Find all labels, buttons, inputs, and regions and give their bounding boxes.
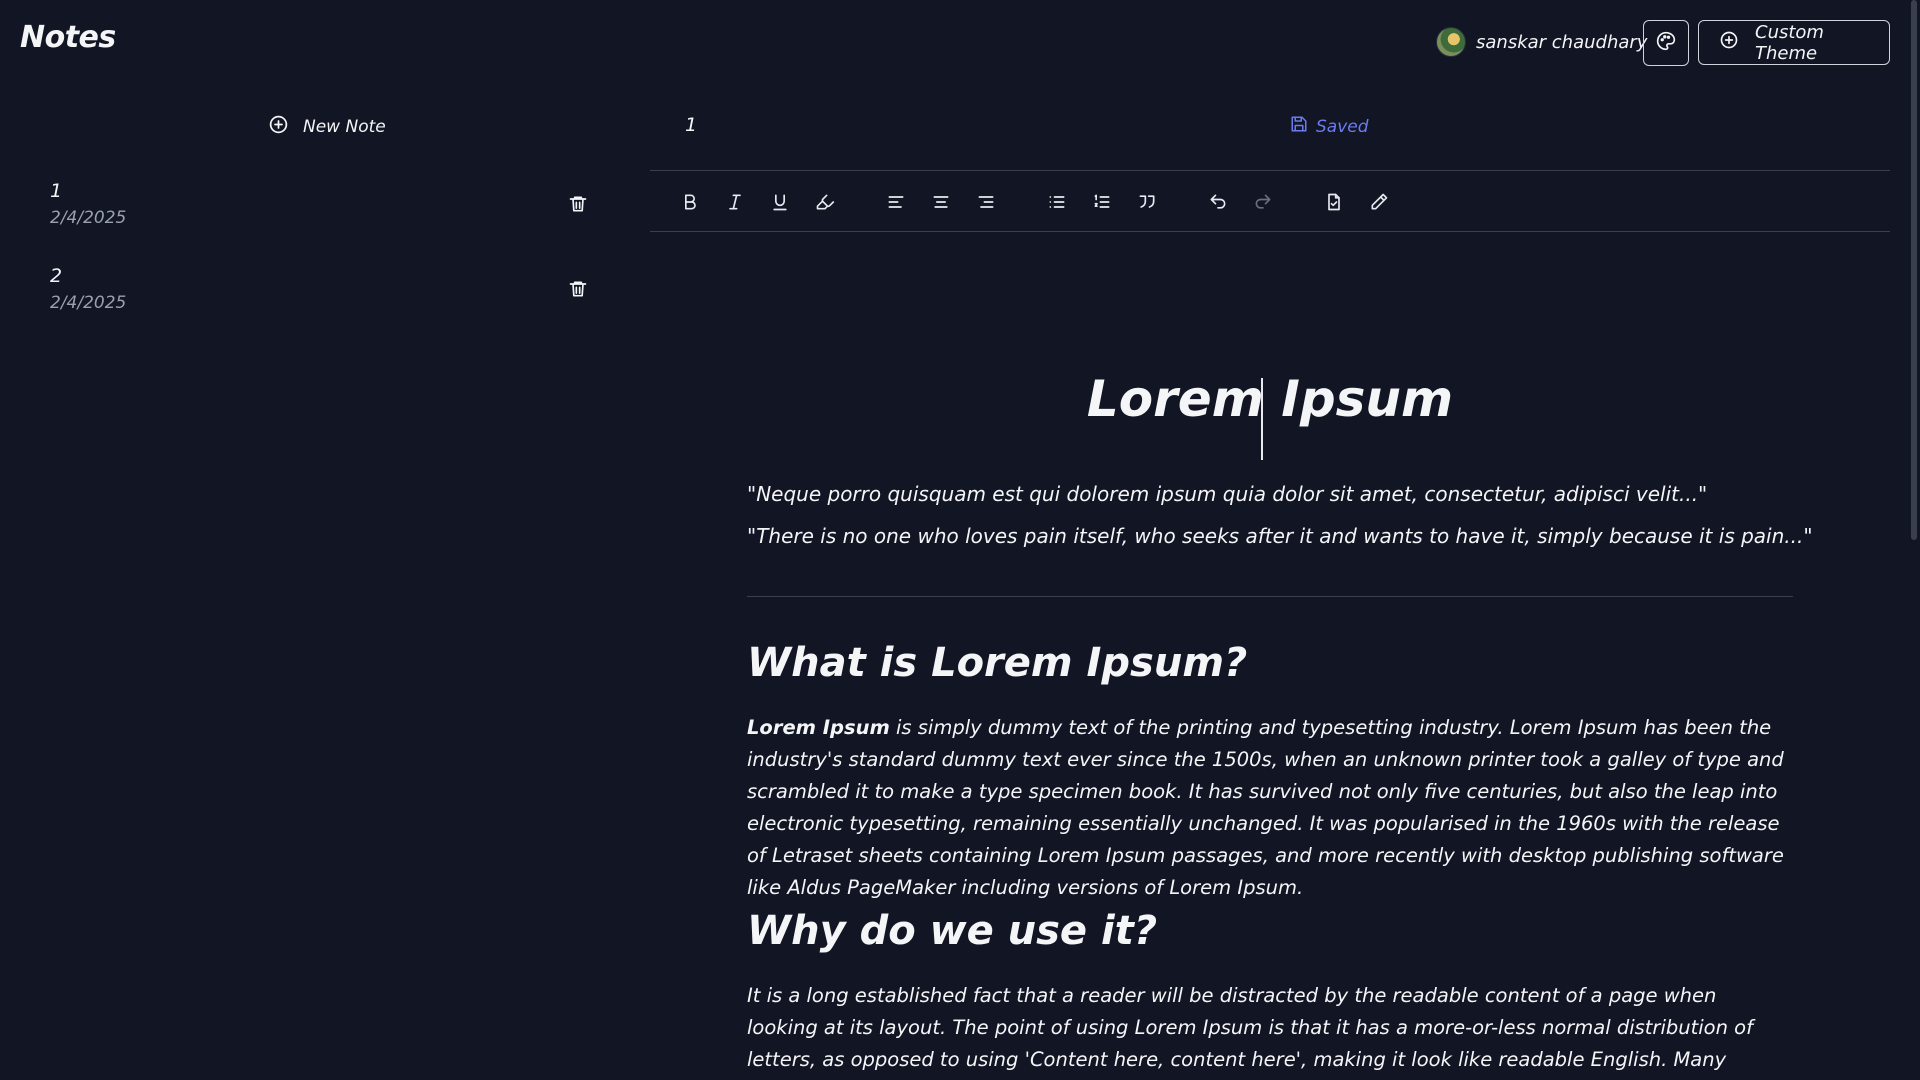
trash-icon[interactable] [568,194,588,218]
underline-icon[interactable] [768,190,792,214]
user-name: sanskar chaudhary [1476,31,1648,53]
plus-circle-icon [268,114,289,140]
user-profile[interactable]: sanskar chaudhary [1436,27,1647,57]
theme-palette-button[interactable] [1643,20,1689,66]
align-center-icon[interactable] [929,190,953,214]
text-cursor [1261,378,1263,460]
ordered-list-icon[interactable] [1090,190,1114,214]
section-heading: Why do we use it? [747,908,1158,954]
bullet-list-icon[interactable] [1045,190,1069,214]
align-left-icon[interactable] [884,190,908,214]
note-date: 2/4/2025 [50,208,127,228]
pen-icon[interactable] [1367,190,1391,214]
formatting-toolbar [650,170,1890,232]
redo-icon[interactable] [1251,190,1275,214]
section-heading: What is Lorem Ipsum? [747,640,1248,686]
palette-icon [1656,31,1676,55]
save-status: Saved [1290,115,1369,138]
italic-icon[interactable] [723,190,747,214]
undo-icon[interactable] [1206,190,1230,214]
export-icon[interactable] [1322,190,1346,214]
save-status-label: Saved [1316,116,1369,137]
paragraph: It is a long established fact that a rea… [747,984,1753,1071]
note-list-item[interactable]: 1 2/4/2025 [50,180,590,240]
note-title: 2 [50,265,63,287]
new-note-label: New Note [303,117,386,137]
note-date: 2/4/2025 [50,293,127,313]
paragraph: Lorem Ipsum is simply dummy text of the … [747,712,1793,904]
quote-line: "Neque porro quisquam est qui dolorem ip… [747,482,1708,506]
quote-line: "There is no one who loves pain itself, … [747,524,1813,548]
document-heading: Lorem Ipsum [1086,370,1454,428]
avatar [1436,27,1466,57]
custom-theme-label: Custom Theme [1755,21,1824,64]
trash-icon[interactable] [568,279,588,303]
save-icon [1290,115,1308,138]
custom-theme-button[interactable]: Custom Theme [1698,20,1890,65]
divider [747,596,1793,597]
note-list-item[interactable]: 2 2/4/2025 [50,265,590,325]
highlighter-icon[interactable] [813,190,837,214]
scrollbar[interactable] [1911,0,1917,540]
notes-app: Notes sanskar chaudhary Custom Theme New… [0,0,1920,1080]
paragraph-text: is simply dummy text of the printing and… [747,716,1784,899]
align-right-icon[interactable] [974,190,998,214]
new-note-button[interactable]: New Note [268,114,386,140]
note-title-input[interactable]: 1 [685,114,697,136]
quote-icon[interactable] [1135,190,1159,214]
app-title: Notes [20,20,116,55]
bold-text: Lorem Ipsum [747,716,890,739]
bold-icon[interactable] [678,190,702,214]
plus-circle-icon [1719,30,1739,55]
note-title: 1 [50,180,63,202]
